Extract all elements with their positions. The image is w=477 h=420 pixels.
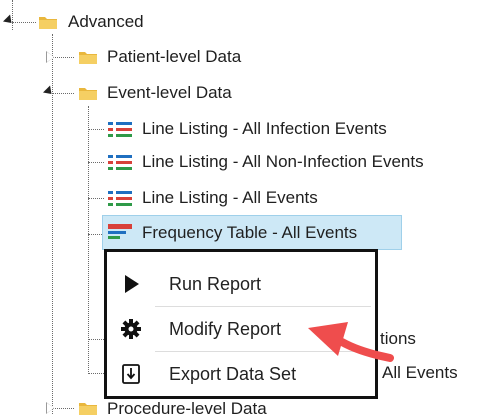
- report-line-listing-non-infection[interactable]: Line Listing - All Non-Infection Events: [142, 151, 424, 173]
- folder-icon: [39, 17, 57, 29]
- tree-node-procedure-level-data[interactable]: Procedure-level Data: [107, 398, 267, 420]
- tree-connector: [12, 0, 13, 30]
- tree-node-advanced[interactable]: Advanced: [68, 11, 144, 33]
- export-icon: [119, 352, 143, 396]
- folder-icon: [79, 88, 97, 100]
- play-icon: [119, 262, 143, 306]
- tree-connector: [52, 93, 74, 94]
- tree-connector: [52, 57, 74, 58]
- tree-connector: [88, 106, 89, 374]
- expand-toggle-icon[interactable]: [2, 14, 16, 27]
- expand-toggle-icon[interactable]: [42, 85, 56, 98]
- folder-icon: [79, 52, 97, 64]
- menu-item-label: Modify Report: [169, 319, 282, 339]
- line-listing-icon: [108, 190, 132, 207]
- report-line-listing-all-events[interactable]: Line Listing - All Events: [142, 187, 318, 209]
- frequency-table-icon: [108, 224, 132, 241]
- tree-connector: [12, 22, 36, 23]
- tree-node-patient-level-data[interactable]: Patient-level Data: [107, 46, 241, 68]
- report-line-listing-infection[interactable]: Line Listing - All Infection Events: [142, 118, 387, 140]
- tree-connector: [52, 408, 74, 409]
- menu-item-label: Export Data Set: [169, 364, 297, 384]
- line-listing-icon: [108, 121, 132, 138]
- tree-connector: [88, 198, 104, 199]
- tree-node-event-level-data[interactable]: Event-level Data: [107, 82, 232, 104]
- menu-item-label: Run Report: [169, 274, 262, 294]
- tree-connector: [88, 373, 104, 374]
- tree-connector: [88, 162, 104, 163]
- report-frequency-table-all-events[interactable]: Frequency Table - All Events: [142, 222, 357, 244]
- tree-connector: [88, 339, 104, 340]
- line-listing-icon: [108, 154, 132, 171]
- annotation-arrow-icon: [308, 322, 394, 362]
- tree-connector: [88, 129, 104, 130]
- gear-icon: [119, 307, 143, 351]
- folder-icon: [79, 403, 97, 415]
